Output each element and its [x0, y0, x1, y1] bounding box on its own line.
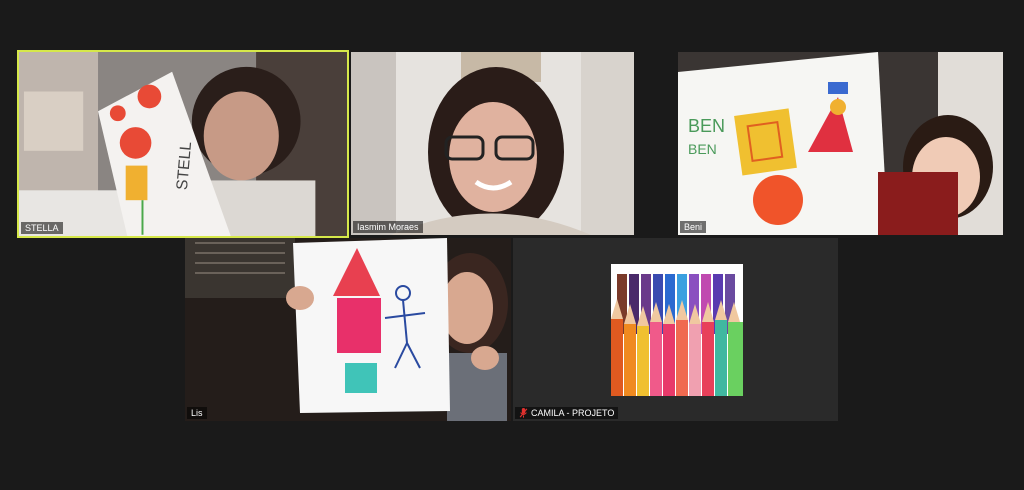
video-tile-stella[interactable]: STELL STELLA	[17, 50, 349, 238]
participant-name: Lis	[191, 408, 203, 418]
profile-picture-colored-pencils	[611, 264, 743, 396]
video-tile-lis[interactable]: Lis	[185, 238, 511, 421]
stella-video-feed: STELL	[19, 52, 347, 236]
lis-video-feed	[185, 238, 511, 421]
participant-name-tag: STELLA	[21, 222, 63, 234]
participant-name: Beni	[684, 222, 703, 232]
participant-name-tag: Iasmim Moraes	[353, 221, 423, 233]
video-tile-camila[interactable]: CAMILA - PROJETO	[513, 238, 838, 421]
video-tile-beni[interactable]: BEN BEN Beni	[678, 52, 1003, 235]
iasmim-video-feed	[351, 52, 634, 235]
participant-name-tag: Beni	[680, 221, 707, 233]
beni-video-feed: BEN BEN	[678, 52, 1003, 235]
video-tile-iasmim[interactable]: Iasmim Moraes	[351, 52, 634, 235]
participant-name-tag: Lis	[187, 407, 207, 419]
mic-muted-icon	[519, 408, 528, 418]
participant-name: STELLA	[25, 223, 59, 233]
beni-paper-text-1: BEN	[688, 116, 725, 136]
participant-name: Iasmim Moraes	[357, 222, 419, 232]
participant-name: CAMILA - PROJETO	[531, 408, 615, 418]
beni-paper-text-2: BEN	[688, 141, 717, 157]
participant-name-tag: CAMILA - PROJETO	[515, 407, 619, 419]
